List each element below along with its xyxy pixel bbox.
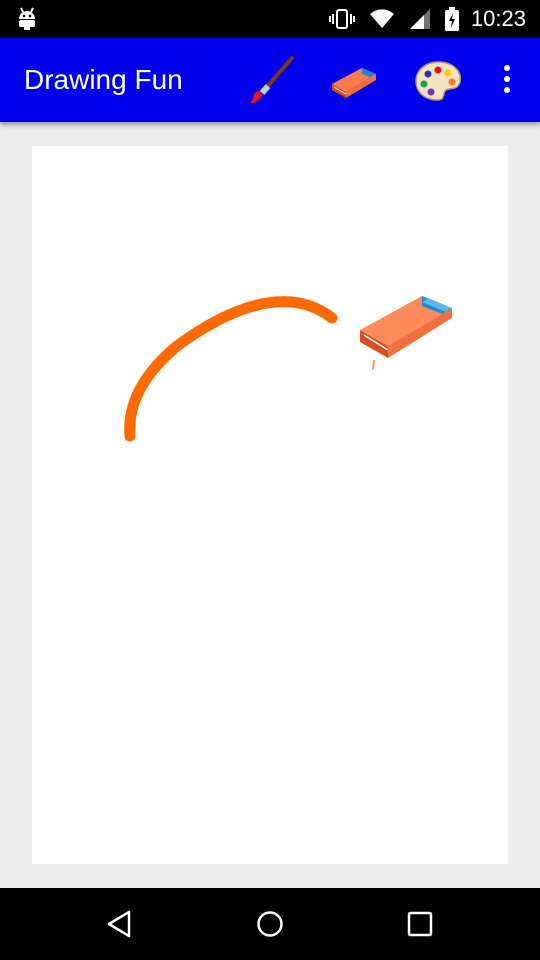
status-bar: 10:23 <box>0 0 540 38</box>
drawing-layer <box>124 296 338 442</box>
app-title: Drawing Fun <box>24 64 183 95</box>
eraser-icon <box>360 296 452 371</box>
palette-button[interactable] <box>412 54 464 106</box>
vibrate-icon <box>328 8 355 30</box>
signal-icon <box>409 8 431 30</box>
home-button[interactable] <box>252 906 288 942</box>
eraser-button[interactable] <box>328 54 380 106</box>
eraser-icon <box>332 68 376 98</box>
orange-brush-stroke <box>124 296 338 442</box>
drawing-canvas[interactable] <box>32 146 508 864</box>
wifi-icon <box>369 8 395 30</box>
overflow-menu-icon <box>494 65 520 93</box>
recents-button[interactable] <box>402 906 438 942</box>
app-bar: Drawing Fun <box>0 38 540 122</box>
palette-icon <box>415 61 462 101</box>
battery-charging-icon <box>444 7 459 31</box>
android-debug-icon <box>14 6 40 37</box>
back-icon <box>107 910 131 938</box>
back-button[interactable] <box>102 906 138 942</box>
overflow-menu-button[interactable] <box>494 60 520 100</box>
recents-icon <box>407 911 433 937</box>
status-icons: 10:23 <box>315 0 526 38</box>
home-icon <box>257 911 283 937</box>
paintbrush-icon <box>250 56 294 104</box>
navigation-bar <box>0 888 540 960</box>
paintbrush-button[interactable] <box>246 54 298 106</box>
status-time: 10:23 <box>470 6 526 31</box>
